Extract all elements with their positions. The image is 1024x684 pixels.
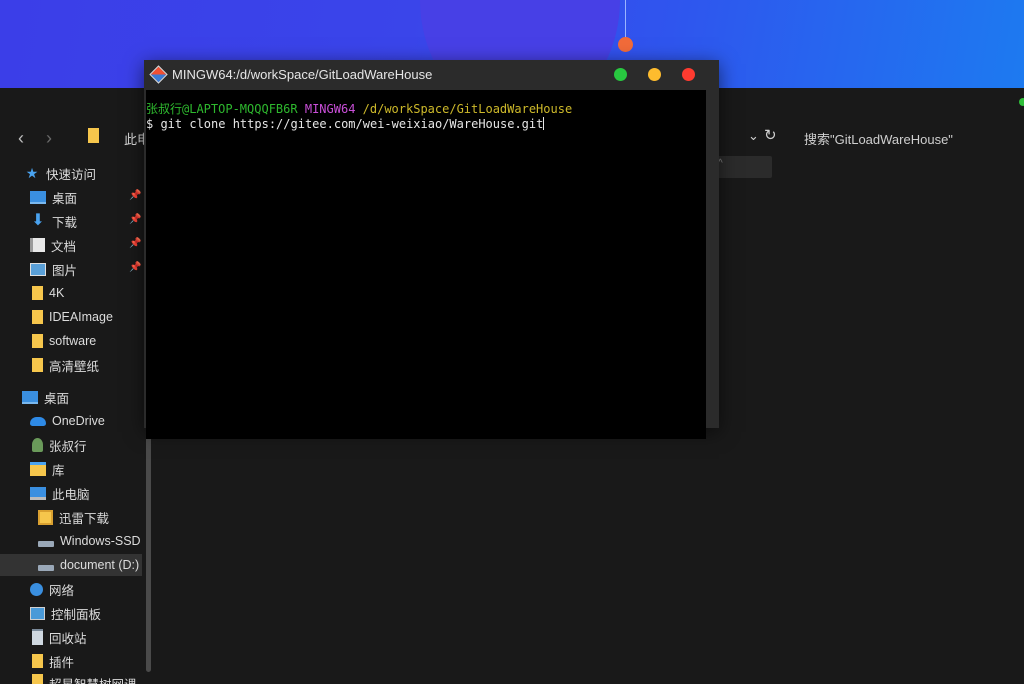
sidebar-item-label: 迅雷下载 <box>59 511 110 526</box>
sidebar-item-label: OneDrive <box>52 414 105 428</box>
sidebar-item-label: 张叔行 <box>49 439 87 454</box>
minimize-button[interactable] <box>648 68 661 81</box>
text-cursor <box>543 117 545 130</box>
sidebar-item-library[interactable]: 库 <box>30 458 65 480</box>
back-arrow-icon[interactable]: ‹ <box>18 128 24 149</box>
sidebar-item-desktop[interactable]: 桌面 <box>30 186 77 208</box>
control-panel-icon <box>30 606 45 620</box>
folder-icon <box>32 286 43 300</box>
prompt-env: MINGW64 <box>304 102 356 116</box>
sidebar-item-this-pc[interactable]: 此电脑 <box>30 482 90 504</box>
terminal-titlebar[interactable]: MINGW64:/d/workSpace/GitLoadWareHouse <box>144 60 719 90</box>
terminal-window: MINGW64:/d/workSpace/GitLoadWareHouse 张叔… <box>144 60 719 439</box>
sidebar-item-document-d[interactable]: document (D:) <box>0 554 142 576</box>
terminal-output[interactable]: 张叔行@LAPTOP-MQQQFB6R MINGW64 /d/workSpace… <box>146 90 706 439</box>
sidebar-item-label: 回收站 <box>49 631 87 646</box>
forward-arrow-icon[interactable]: › <box>46 128 52 149</box>
command-line: $ git clone https://gitee.com/wei-weixia… <box>146 117 706 132</box>
close-button[interactable] <box>682 68 695 81</box>
sidebar-item-windows-ssd[interactable]: Windows-SSD <box>38 530 141 552</box>
drive-icon <box>38 565 54 571</box>
terminal-scrollbar[interactable] <box>706 90 717 427</box>
pin-icon[interactable]: 📌 <box>129 190 141 201</box>
wallpaper-line <box>625 0 626 40</box>
xunlei-icon <box>38 509 53 525</box>
git-icon <box>149 65 168 84</box>
sidebar-item-plugins[interactable]: 插件 <box>32 650 74 672</box>
prompt-path: /d/workSpace/GitLoadWareHouse <box>362 102 573 116</box>
sidebar-item-ideaimage[interactable]: IDEAImage <box>32 306 113 328</box>
prompt-line: 张叔行@LAPTOP-MQQQFB6R MINGW64 /d/workSpace… <box>146 102 706 117</box>
computer-icon <box>30 486 46 500</box>
user-icon <box>32 438 43 452</box>
sidebar-item-control-panel[interactable]: 控制面板 <box>30 602 101 624</box>
sidebar-item-label: 高清壁纸 <box>49 359 100 374</box>
address-dropdown-icon[interactable]: ⌄ <box>748 128 759 144</box>
sidebar-item-documents[interactable]: 文档 <box>30 234 76 256</box>
folder-icon <box>32 334 43 348</box>
pin-icon[interactable]: 📌 <box>129 238 141 249</box>
sidebar-item-label: 控制面板 <box>51 607 102 622</box>
sidebar-item-label: software <box>49 334 97 348</box>
desktop-icon <box>22 390 38 404</box>
column-header[interactable]: ^ <box>712 156 772 178</box>
sidebar-item-network[interactable]: 网络 <box>30 578 74 600</box>
network-icon <box>30 582 43 596</box>
sidebar-item-pictures[interactable]: 图片 <box>30 258 77 280</box>
sidebar-item-onedrive[interactable]: OneDrive <box>30 410 105 432</box>
desktop-icon <box>30 190 46 204</box>
sidebar-item-label: 库 <box>52 463 65 478</box>
maximize-button[interactable] <box>614 68 627 81</box>
wallpaper-dot <box>618 37 633 52</box>
address-folder-icon <box>88 128 99 143</box>
folder-icon <box>32 358 43 372</box>
status-dot-icon <box>1019 98 1024 106</box>
sidebar-item-label: 插件 <box>49 655 75 670</box>
refresh-icon[interactable]: ↻ <box>764 126 777 144</box>
sidebar-item-label: 此电脑 <box>52 487 90 502</box>
sidebar-item-label: 桌面 <box>44 391 70 406</box>
star-icon: ★ <box>25 165 39 181</box>
picture-icon <box>30 262 46 276</box>
sidebar-item-label: 桌面 <box>52 191 78 206</box>
recycle-bin-icon <box>32 629 43 645</box>
sidebar-item-label: Windows-SSD <box>60 534 141 548</box>
sidebar-item-4k[interactable]: 4K <box>32 282 64 304</box>
sidebar-item-label: 文档 <box>51 239 77 254</box>
sidebar-item-label: IDEAImage <box>49 310 113 324</box>
sidebar-item-desktop-root[interactable]: 桌面 <box>22 386 69 408</box>
sidebar-item-user[interactable]: 张叔行 <box>32 434 87 456</box>
sidebar-item-recycle-bin[interactable]: 回收站 <box>32 626 87 648</box>
sidebar-item-label: 超星智慧树网课 <box>49 674 137 684</box>
download-icon: ⬇ <box>31 212 45 229</box>
sidebar-item-label: 4K <box>49 286 65 300</box>
folder-icon <box>32 310 43 324</box>
drive-icon <box>38 541 54 547</box>
search-input[interactable]: 搜索"GitLoadWareHouse" <box>804 129 953 148</box>
library-icon <box>30 462 46 476</box>
command-text: $ git clone https://gitee.com/wei-weixia… <box>146 117 544 131</box>
prompt-user: 张叔行@LAPTOP-MQQQFB6R <box>146 102 298 116</box>
onedrive-icon <box>30 416 46 426</box>
sidebar-item-label: 快速访问 <box>46 167 97 182</box>
pin-icon[interactable]: 📌 <box>129 214 141 225</box>
sidebar-item-quick-access[interactable]: ★ 快速访问 <box>24 162 96 184</box>
terminal-title: MINGW64:/d/workSpace/GitLoadWareHouse <box>172 67 433 82</box>
sidebar-item-wallpapers[interactable]: 高清壁纸 <box>32 354 99 376</box>
sidebar-item-software[interactable]: software <box>32 330 96 352</box>
sidebar-item-label: 网络 <box>49 583 75 598</box>
pin-icon[interactable]: 📌 <box>129 262 141 273</box>
sidebar-item-label: document (D:) <box>60 558 140 572</box>
sidebar-item-label: 下载 <box>52 215 78 230</box>
document-icon <box>30 238 45 252</box>
folder-icon <box>32 674 43 684</box>
sidebar-item-online-courses[interactable]: 超星智慧树网课 <box>32 674 137 684</box>
navigation-pane: ★ 快速访问 桌面 📌 ⬇ 下载 📌 文档 📌 图片 📌 4K IDEAImag… <box>0 162 152 684</box>
folder-icon <box>32 654 43 668</box>
sidebar-item-label: 图片 <box>52 263 78 278</box>
sidebar-item-xunlei[interactable]: 迅雷下载 <box>38 506 109 528</box>
sidebar-item-downloads[interactable]: ⬇ 下载 <box>30 210 77 232</box>
